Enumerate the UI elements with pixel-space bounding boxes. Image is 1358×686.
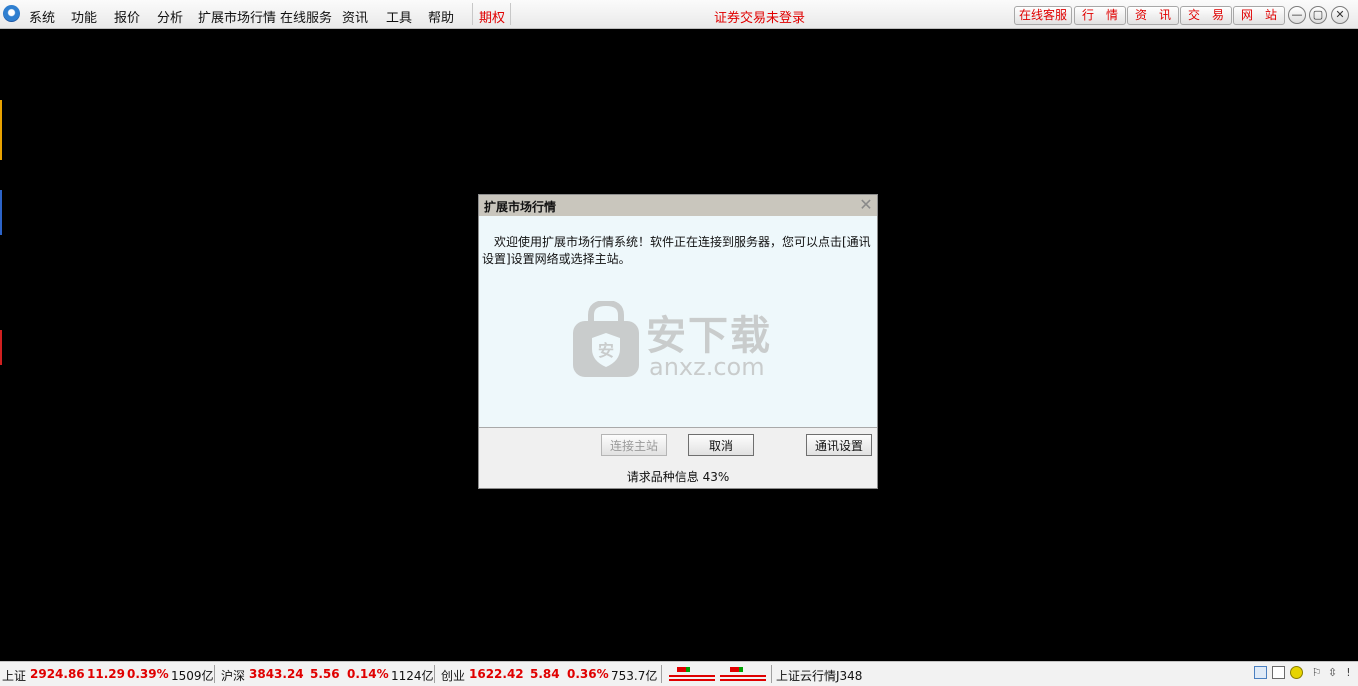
cy-index-percent: 0.36%	[567, 667, 609, 681]
market-breadth-bars[interactable]	[668, 665, 768, 683]
menu-system[interactable]: 系统	[29, 7, 55, 26]
menu-help[interactable]: 帮助	[428, 7, 454, 26]
edge-marker	[0, 190, 2, 235]
cy-index-change: 5.84	[530, 667, 560, 681]
edge-marker	[0, 330, 2, 365]
menu-options[interactable]: 期权	[479, 7, 505, 26]
watermark-logo: 安 安下载 anxz.com	[571, 301, 791, 386]
market-button[interactable]: 行 情	[1074, 6, 1126, 25]
hs-index-change: 5.56	[310, 667, 340, 681]
sh-index-amount: 1509亿	[171, 669, 214, 683]
dialog-body: 欢迎使用扩展市场行情系统！软件正在连接到服务器，您可以点击[通讯设置]设置网络或…	[479, 216, 877, 428]
menu-online-service[interactable]: 在线服务	[280, 7, 332, 26]
menu-analysis[interactable]: 分析	[157, 7, 183, 26]
shield-lock-icon: 安	[573, 301, 639, 377]
ticker-separator	[214, 665, 215, 683]
dialog-close-icon[interactable]: ✕	[858, 196, 874, 214]
menu-separator	[510, 3, 511, 25]
layout-icon[interactable]	[1272, 666, 1285, 679]
hs-index-name[interactable]: 沪深	[221, 667, 245, 684]
comm-settings-button[interactable]: 通讯设置	[806, 434, 872, 456]
ticker-separator	[661, 665, 662, 683]
sort-icon[interactable]: ⇳	[1326, 666, 1339, 679]
status-icon-tray: ⚐ ⇳ !	[1254, 666, 1354, 682]
alert-icon[interactable]: !	[1342, 666, 1355, 679]
ticker-separator	[771, 665, 772, 683]
sh-index-value: 2924.86	[30, 667, 85, 681]
restore-icon[interactable]: ▢	[1309, 6, 1327, 24]
ticker-separator	[434, 665, 435, 683]
dialog-titlebar[interactable]: 扩展市场行情 ✕	[479, 195, 877, 216]
online-support-button[interactable]: 在线客服	[1014, 6, 1072, 25]
help-circle-icon[interactable]	[1290, 666, 1303, 679]
cancel-button[interactable]: 取消	[688, 434, 754, 456]
signal-icon[interactable]: ⚐	[1310, 666, 1323, 679]
login-status: 证券交易未登录	[714, 11, 806, 26]
hs-index-amount: 1124亿	[391, 669, 434, 683]
website-button[interactable]: 网 站	[1233, 6, 1285, 25]
menu-extended-market[interactable]: 扩展市场行情	[198, 7, 276, 26]
dialog-message: 欢迎使用扩展市场行情系统！软件正在连接到服务器，您可以点击[通讯设置]设置网络或…	[482, 235, 871, 266]
cy-index-name[interactable]: 创业	[441, 667, 465, 684]
menu-bar: 系统 功能 报价 分析 扩展市场行情 在线服务 资讯 工具 帮助 期权 证券交易…	[0, 0, 1358, 29]
app-logo-icon[interactable]	[3, 5, 20, 22]
dialog-title: 扩展市场行情	[484, 200, 557, 214]
cy-index-value: 1622.42	[469, 667, 524, 681]
menu-quote[interactable]: 报价	[114, 7, 140, 26]
menu-function[interactable]: 功能	[71, 7, 97, 26]
progress-status: 请求品种信息 43%	[626, 470, 730, 484]
watermark-domain: anxz.com	[649, 353, 765, 381]
index-ticker-bar: 上证 2924.86 11.29 0.39% 1509亿 沪深 3843.24 …	[0, 661, 1358, 686]
cloud-market-label[interactable]: 上证云行情J348	[776, 667, 862, 684]
sh-index-percent: 0.39%	[127, 667, 169, 681]
minimize-icon[interactable]: —	[1288, 6, 1306, 24]
trade-button[interactable]: 交 易	[1180, 6, 1232, 25]
news-button[interactable]: 资 讯	[1127, 6, 1179, 25]
hs-index-percent: 0.14%	[347, 667, 389, 681]
connect-server-button[interactable]: 连接主站	[601, 434, 667, 456]
edge-marker	[0, 100, 2, 160]
menu-tools[interactable]: 工具	[386, 7, 412, 26]
menu-news[interactable]: 资讯	[342, 7, 368, 26]
hs-index-value: 3843.24	[249, 667, 304, 681]
svg-text:安: 安	[598, 341, 614, 360]
sh-index-change: 11.29	[87, 667, 125, 681]
cy-index-amount: 753.7亿	[611, 669, 658, 683]
extended-market-dialog: 扩展市场行情 ✕ 欢迎使用扩展市场行情系统！软件正在连接到服务器，您可以点击[通…	[478, 194, 878, 489]
close-icon[interactable]: ✕	[1331, 6, 1349, 24]
menu-separator	[472, 3, 473, 25]
window-icon[interactable]	[1254, 666, 1267, 679]
sh-index-name[interactable]: 上证	[2, 667, 26, 684]
